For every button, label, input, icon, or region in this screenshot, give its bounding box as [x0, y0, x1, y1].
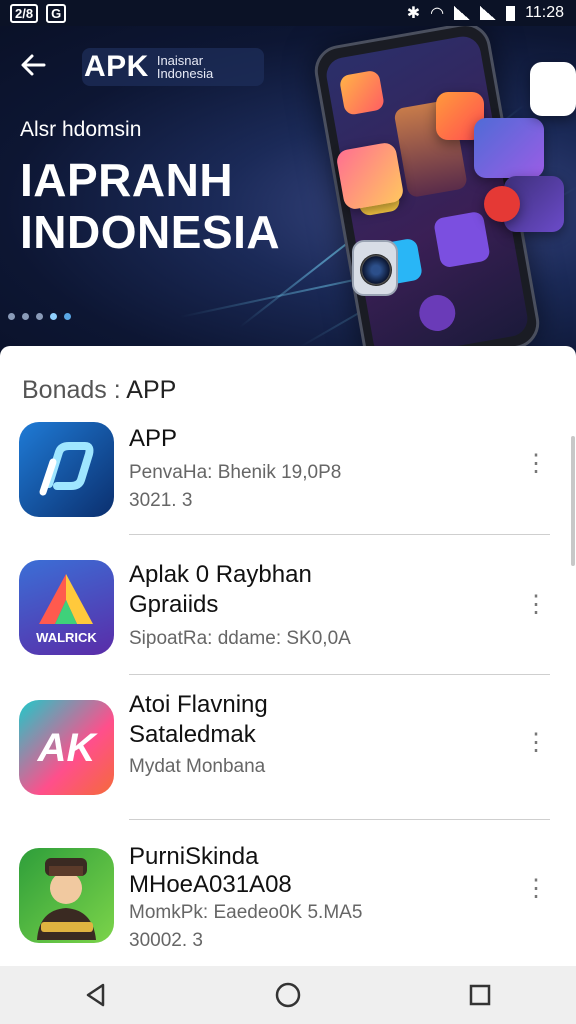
- signal-icon: [454, 6, 471, 20]
- circle-home-icon: [275, 982, 301, 1008]
- app-name-line2: Sataledmak: [129, 721, 256, 748]
- logo-sub-line2: Indonesia: [156, 66, 214, 81]
- character-app-icon: [19, 848, 114, 943]
- apk-logo: APK Inaisnar Indonesia: [82, 48, 264, 86]
- app-name-line2: Gpraiids: [129, 591, 219, 618]
- link-glyph-icon: [39, 442, 94, 496]
- app-tile: [416, 292, 459, 334]
- app-tile: [338, 69, 386, 116]
- status-right: ✱ ◠ 11:28: [407, 3, 564, 23]
- floating-app-card: [530, 62, 576, 116]
- nav-recents-button[interactable]: [460, 975, 500, 1015]
- character-avatar-icon: [37, 858, 96, 940]
- section-label-app: APP: [126, 376, 177, 404]
- app-name-line2: MHoeA031A08: [129, 871, 292, 898]
- app-name: Atoi Flavning: [129, 691, 268, 718]
- link-app-icon: [19, 422, 114, 517]
- square-recents-icon: [469, 984, 491, 1006]
- carousel-dot[interactable]: [22, 313, 29, 320]
- notification-icon-1: 2/8: [10, 3, 39, 23]
- hero-title-line2: INDONESIA: [20, 206, 281, 258]
- more-options-icon[interactable]: ⋮: [524, 728, 548, 758]
- app-name: APP: [129, 425, 178, 452]
- battery-icon: [506, 5, 516, 21]
- carousel-dot-active[interactable]: [50, 313, 57, 320]
- icon-label: WALRICK: [36, 630, 97, 645]
- back-button[interactable]: [18, 50, 52, 84]
- hero-banner[interactable]: APK Inaisnar Indonesia Alsr hdomsin IAPR…: [0, 26, 576, 356]
- hero-title-line1: IAPRANH: [20, 154, 234, 206]
- carousel-dot[interactable]: [36, 313, 43, 320]
- app-name: PurniSkinda: [129, 843, 259, 870]
- notification-icon-2: G: [46, 3, 67, 23]
- app-list-item[interactable]: PurniSkinda MHoeA031A08 MomkPk: Eaedeo0K…: [0, 843, 576, 958]
- more-options-icon[interactable]: ⋮: [524, 874, 548, 904]
- signal-icon-2: [480, 6, 497, 20]
- status-left: 2/8 G: [10, 3, 67, 23]
- carousel-dot[interactable]: [64, 313, 71, 320]
- app-meta: SipoatRa: ddame: SK0,0A: [129, 628, 351, 649]
- divider: [129, 674, 550, 675]
- nav-home-button[interactable]: [268, 975, 308, 1015]
- section-title: Bonads : APP: [22, 376, 176, 405]
- app-meta: Mydat Monbana: [129, 756, 266, 777]
- logo-subtext: Inaisnar Indonesia: [149, 54, 213, 80]
- icon-label: AK: [37, 726, 96, 770]
- carousel-dots[interactable]: [8, 313, 71, 320]
- more-options-icon[interactable]: ⋮: [524, 590, 548, 620]
- divider: [129, 819, 550, 820]
- section-label: Bonads :: [22, 376, 121, 404]
- logo-text: APK: [84, 50, 149, 83]
- status-bar: 2/8 G ✱ ◠ 11:28: [0, 0, 576, 26]
- app-version: 30002. 3: [129, 930, 203, 951]
- walrick-app-icon: WALRICK: [19, 560, 114, 655]
- hero-title: IAPRANH INDONESIA: [20, 154, 280, 258]
- floating-app-card: [484, 186, 520, 222]
- camera-illustration: [352, 240, 398, 296]
- hero-subtitle: Alsr hdomsin: [20, 118, 142, 141]
- more-options-icon[interactable]: ⋮: [524, 449, 548, 479]
- camera-lens: [360, 254, 392, 286]
- carousel-dot[interactable]: [8, 313, 15, 320]
- divider: [129, 534, 550, 535]
- app-list-item[interactable]: APP PenvaHa: Bhenik 19,0P8 3021. 3 ⋮: [0, 422, 576, 532]
- triangle-back-icon: [86, 983, 105, 1007]
- wifi-icon: ◠: [430, 5, 445, 22]
- ak-app-icon: AK: [19, 700, 114, 795]
- app-list-item[interactable]: AK Atoi Flavning Sataledmak Mydat Monban…: [0, 691, 576, 810]
- app-version: 3021. 3: [129, 490, 193, 511]
- arrow-left-icon: [21, 54, 46, 76]
- clock: 11:28: [525, 4, 564, 21]
- nav-back-button[interactable]: [76, 975, 116, 1015]
- app-tile: [432, 210, 491, 269]
- floating-app-card: [335, 141, 405, 211]
- app-meta: PenvaHa: Bhenik 19,0P8: [129, 462, 342, 483]
- app-list-sheet: Bonads : APP APP PenvaHa: Bhenik 19,0P8 …: [0, 346, 576, 966]
- navigation-bar: [0, 966, 576, 1024]
- floating-app-card: [474, 118, 544, 178]
- app-meta: MomkPk: Eaedeo0K 5.MA5: [129, 902, 363, 923]
- bluetooth-icon: ✱: [406, 5, 421, 22]
- app-list-item[interactable]: WALRICK Aplak 0 Raybhan Gpraiids SipoatR…: [0, 560, 576, 670]
- app-name: Aplak 0 Raybhan: [129, 561, 312, 588]
